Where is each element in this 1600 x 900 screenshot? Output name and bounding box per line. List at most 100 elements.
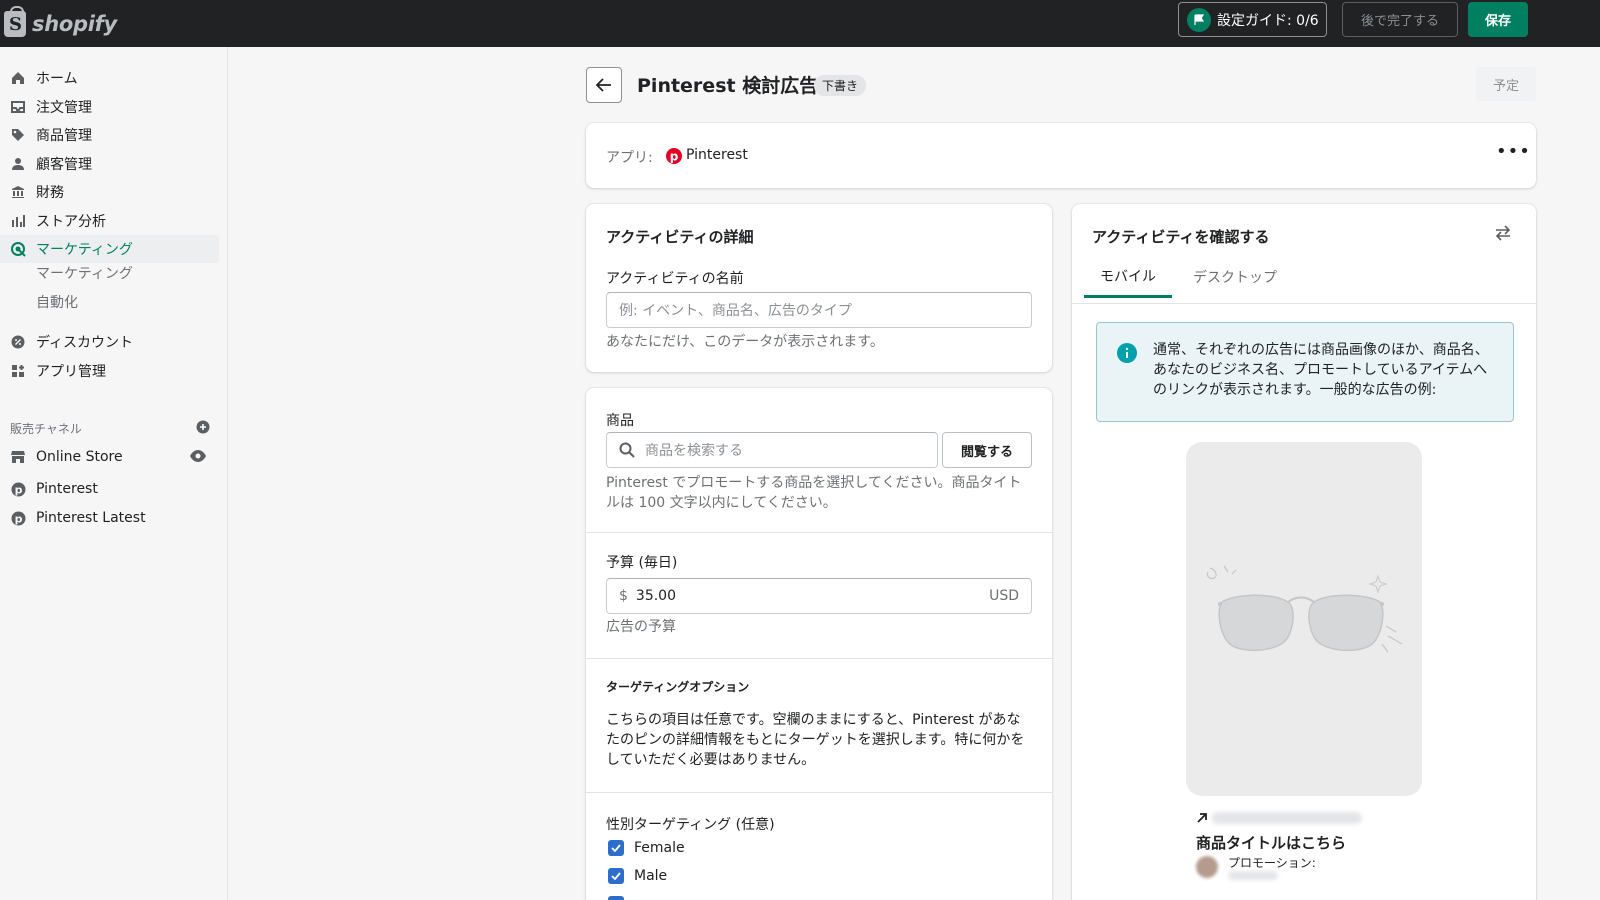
sidebar-item-label: 注文管理 [36,100,92,116]
add-channel-icon[interactable] [196,420,210,437]
checkbox-label: Male [634,868,668,884]
swap-icon[interactable] [1494,224,1512,246]
sidebar-channel-online-store[interactable]: Online Store [0,443,219,471]
setup-guide-button[interactable]: 設定ガイド: 0/6 [1178,2,1327,37]
divider [586,532,1052,533]
info-icon [1117,343,1137,367]
sidebar-subitem-automation[interactable]: 自動化 [36,290,78,314]
store-icon [10,449,26,465]
product-label: 商品 [606,413,634,429]
product-search-input[interactable]: 商品を検索する [606,432,938,468]
status-badge: 下書き [814,75,867,96]
sidebar-item-label: ディスカウント [36,335,134,351]
currency-suffix: USD [989,588,1019,604]
shopify-bag-icon: S [4,5,26,37]
sidebar-item-finance[interactable]: 財務 [0,178,219,206]
checkbox-female[interactable]: Female [608,840,685,856]
checkmark-icon [608,840,624,856]
setup-guide-label: 設定ガイド: 0/6 [1217,12,1319,29]
sidebar: ホーム 注文管理 商品管理 顧客管理 財務 ストア分析 マーケティング マーケテ… [0,47,228,900]
back-button[interactable] [586,67,622,103]
sidebar-item-analytics[interactable]: ストア分析 [0,207,219,235]
activity-name-input[interactable]: 例: イベント、商品名、広告のタイプ [606,292,1032,328]
pinterest-icon: p [10,510,26,526]
sidebar-item-label: アプリ管理 [36,364,106,380]
sidebar-channel-pinterest[interactable]: p Pinterest [0,475,219,503]
checkbox-other[interactable] [608,896,634,900]
product-title-preview: 商品タイトルはこちら [1196,834,1347,852]
sunglasses-illustration [1206,565,1403,653]
eye-icon[interactable] [190,450,206,466]
sidebar-item-marketing[interactable]: マーケティング [0,235,219,263]
schedule-button[interactable]: 予定 [1476,67,1536,101]
sidebar-item-label: マーケティング [36,242,133,258]
sidebar-item-orders[interactable]: 注文管理 [0,93,219,121]
sidebar-item-label: 顧客管理 [36,157,92,173]
search-icon [619,442,635,458]
shopify-logo[interactable]: S shopify [4,5,117,37]
name-help: あなたにだけ、このデータが表示されます。 [606,334,884,350]
info-text: 通常、それぞれの広告には商品画像のほか、商品名、あなたのビジネス名、プロモートし… [1153,342,1489,398]
gender-label: 性別ターゲティング (任意) [606,817,775,833]
promoted-by-label: プロモーション: [1228,856,1316,870]
budget-label: 予算 (毎日) [606,555,678,571]
name-label: アクティビティの名前 [606,271,744,287]
divider [586,658,1052,659]
flag-icon [1187,7,1211,32]
avatar [1196,856,1218,878]
sidebar-subitem-marketing[interactable]: マーケティング [36,261,133,285]
target-icon [10,241,26,257]
tag-icon [10,127,26,143]
app-card: アプリ: p Pinterest ••• [586,123,1536,188]
targeting-heading: ターゲティングオプション [606,680,750,694]
app-label: アプリ: [606,150,653,166]
sidebar-item-label: Pinterest [36,481,98,497]
sidebar-item-label: ストア分析 [36,214,106,230]
pinterest-logo-icon: p [666,148,682,168]
sidebar-channel-pinterest-latest[interactable]: p Pinterest Latest [0,504,219,532]
sidebar-item-apps[interactable]: アプリ管理 [0,357,219,385]
sidebar-item-label: Online Store [36,449,123,465]
sidebar-item-home[interactable]: ホーム [0,64,219,92]
checkbox-male[interactable]: Male [608,868,667,884]
svg-text:p: p [670,150,679,164]
page-title: Pinterest 検討広告 [637,75,819,97]
finish-later-button[interactable]: 後で完了する [1342,2,1458,37]
currency-prefix: $ [619,588,628,604]
sales-channels-header: 販売チャネル [10,418,210,438]
person-icon [10,156,26,172]
inbox-icon [10,99,26,115]
browse-button[interactable]: 閲覧する [942,432,1032,468]
app-name: Pinterest [686,147,748,163]
svg-text:p: p [14,483,22,496]
preview-tabs: モバイル デスクトップ [1072,256,1536,304]
sidebar-item-products[interactable]: 商品管理 [0,121,219,149]
budget-value: 35.00 [635,588,677,604]
tab-desktop[interactable]: デスクトップ [1180,256,1290,298]
save-button[interactable]: 保存 [1468,2,1528,37]
details-heading: アクティビティの詳細 [606,228,754,246]
svg-text:p: p [14,512,22,525]
external-link-icon [1196,812,1208,828]
divider [586,792,1052,793]
product-settings-card: 商品 商品を検索する 閲覧する Pinterest でプロモートする商品を選択し… [586,388,1052,900]
top-bar: S shopify 設定ガイド: 0/6 後で完了する 保存 [0,0,1600,47]
info-banner: 通常、それぞれの広告には商品画像のほか、商品名、あなたのビジネス名、プロモートし… [1096,322,1514,422]
sidebar-item-label: Pinterest Latest [36,510,146,526]
activity-details-card: アクティビティの詳細 アクティビティの名前 例: イベント、商品名、広告のタイプ… [586,204,1052,372]
checkmark-icon [608,868,624,884]
discount-icon [10,334,26,350]
activity-name-placeholder: 例: イベント、商品名、広告のタイプ [619,303,852,319]
product-search-placeholder: 商品を検索する [645,443,743,459]
sidebar-item-label: ホーム [36,71,78,87]
product-help: Pinterest でプロモートする商品を選択してください。商品タイトルは 10… [606,475,1022,511]
sidebar-item-customers[interactable]: 顧客管理 [0,150,219,178]
sidebar-item-discounts[interactable]: ディスカウント [0,328,219,356]
more-actions-icon[interactable]: ••• [1496,141,1531,162]
ad-image-placeholder [1186,442,1422,796]
budget-input[interactable]: $ 35.00 USD [606,578,1032,614]
preview-card: アクティビティを確認する モバイル デスクトップ 通常、それぞれの広告には商品画… [1072,204,1536,900]
tab-mobile[interactable]: モバイル [1084,256,1172,298]
logo-text: shopify [32,11,117,36]
bar-chart-icon [10,213,26,229]
